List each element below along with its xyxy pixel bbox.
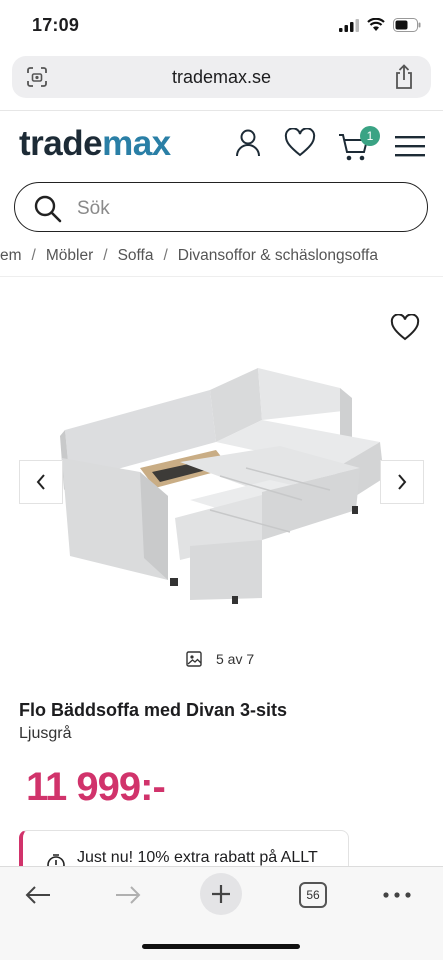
status-time: 17:09 [32,15,80,35]
tabs-button[interactable]: 56 [298,877,328,913]
logo-part-max: max [102,124,171,163]
breadcrumb-item[interactable]: Divansoffor & schäslongsoffa [178,247,378,265]
cart-count-badge[interactable]: 1 [360,126,380,146]
more-options-button[interactable] [380,877,414,913]
image-counter-text: 5 av 7 [216,651,255,667]
url-text[interactable]: trademax.se [12,67,431,88]
product-name: Flo Bäddsoffa med Divan 3-sits [19,700,288,720]
logo-part-trade: trade [19,124,103,163]
promo-text: Just nu! 10% extra rabatt på ALLT [77,849,318,866]
breadcrumb-separator: / [31,247,36,264]
favorite-heart-icon[interactable] [390,314,420,342]
account-icon[interactable] [234,128,262,158]
home-indicator[interactable] [142,944,300,949]
trademax-logo[interactable]: trademax [19,124,171,164]
back-button[interactable] [20,877,56,913]
forward-button[interactable] [110,877,146,913]
battery-icon [393,18,421,32]
breadcrumb-item[interactable]: Soffa [118,247,154,265]
arrow-right-icon [116,886,141,904]
plus-icon [212,885,230,903]
arrow-left-icon [25,886,50,904]
product-image[interactable] [40,350,412,610]
tabs-count: 56 [299,882,327,908]
search-input[interactable]: Sök [14,182,428,232]
breadcrumb-item[interactable]: em [0,247,22,265]
search-placeholder[interactable]: Sök [77,198,110,220]
cellular-signal-icon [339,18,359,32]
breadcrumb: em / Möbler / Soffa / Divansoffor & schäslongs… [0,247,378,265]
chevron-left-icon [36,474,45,490]
share-icon[interactable] [393,64,415,90]
status-icons [339,18,421,32]
breadcrumb-separator: / [103,247,108,264]
product-price: 11 999:- [26,765,166,809]
image-gallery-icon [186,651,202,667]
more-dots-icon [383,892,411,898]
breadcrumb-separator: / [163,247,168,264]
header-divider [0,110,443,111]
search-icon [34,195,62,223]
menu-hamburger-icon[interactable] [395,134,425,158]
wishlist-heart-icon[interactable] [284,128,316,158]
breadcrumb-item[interactable]: Möbler [46,247,93,265]
status-bar: 17:09 [0,0,443,52]
chevron-right-icon [398,474,407,490]
product-color: Ljusgrå [19,725,72,742]
wifi-icon [367,18,385,31]
gallery-prev-button[interactable] [19,460,63,504]
new-tab-button[interactable] [200,873,242,915]
breadcrumb-divider [0,276,443,277]
image-counter[interactable]: 5 av 7 [186,651,254,667]
gallery-next-button[interactable] [380,460,424,504]
browser-url-bar[interactable]: trademax.se [12,56,431,98]
